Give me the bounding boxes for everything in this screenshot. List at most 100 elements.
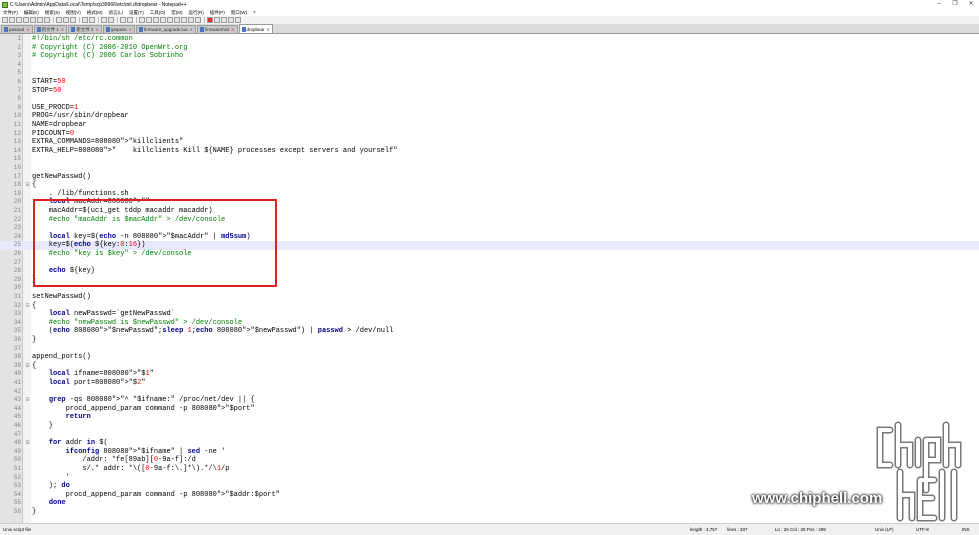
code-line[interactable]: 36} (0, 336, 979, 345)
code-line[interactable]: 2 # Copyright (C) 2006-2010 OpenWrt.org (0, 44, 979, 53)
tab-passwd[interactable]: passwd ✕ (1, 25, 33, 33)
menu-plugins[interactable]: 插件(P) (207, 10, 228, 16)
close-button[interactable]: ✕ (963, 0, 979, 9)
folder-workspace-icon[interactable] (195, 17, 201, 23)
fold-marker-icon[interactable]: ⊟ (24, 396, 31, 405)
maximize-button[interactable]: ❐ (947, 0, 963, 9)
fold-marker-icon[interactable]: ⊟ (24, 362, 31, 371)
word-wrap-icon[interactable] (153, 17, 159, 23)
menu-help[interactable]: ? (250, 10, 259, 15)
close-icon[interactable]: ✕ (96, 27, 99, 32)
code-line[interactable]: 3 # Copyright (C) 2006 Carlos Sobrinho (0, 52, 979, 61)
tab-new-1[interactable]: 新文件 1 ✕ (33, 25, 68, 33)
code-line[interactable]: 34 #echo "newPasswd is $newPasswd" > /de… (0, 319, 979, 328)
menu-view[interactable]: 视图(V) (63, 10, 84, 16)
code-line[interactable]: 39 ⊟{ (0, 362, 979, 371)
code-line[interactable]: 9 USE_PROCD=1 (0, 104, 979, 113)
undo-icon[interactable] (82, 17, 88, 23)
menu-search[interactable]: 搜索(S) (42, 10, 63, 16)
open-file-icon[interactable] (9, 17, 15, 23)
tab-new-2[interactable]: 新文件 2 ✕ (68, 25, 102, 33)
code-line[interactable]: 1 #!/bin/sh /etc/rc.common (0, 35, 979, 44)
menu-language[interactable]: 语言(L) (106, 10, 127, 16)
copy-icon[interactable] (63, 17, 69, 23)
zoom-in-icon[interactable] (120, 17, 126, 23)
sync-vertical-icon[interactable] (139, 17, 145, 23)
find-icon[interactable] (101, 17, 107, 23)
code-line[interactable]: 40 local ifname=808080">"$1" (0, 370, 979, 379)
minimize-button[interactable]: – (931, 0, 947, 9)
fold-marker-icon[interactable]: ⊟ (24, 302, 31, 311)
indent-guide-icon[interactable] (167, 17, 173, 23)
close-icon[interactable]: ✕ (129, 27, 132, 32)
tab-getpass[interactable]: getpass ✕ (102, 25, 135, 33)
menu-tools[interactable]: 工具(O) (147, 10, 169, 16)
menu-file[interactable]: 文件(F) (0, 10, 21, 16)
code-line[interactable]: 10 PROG=/usr/sbin/dropbear (0, 112, 979, 121)
code-line[interactable]: 19 . /lib/functions.sh (0, 190, 979, 199)
tab-dropbear[interactable]: dropbear ✕ (238, 24, 273, 33)
code-line[interactable]: 38 append_ports() (0, 353, 979, 362)
code-line[interactable]: 13 EXTRA_COMMANDS=808080">"killclients" (0, 138, 979, 147)
run-macro-icon[interactable] (228, 17, 234, 23)
close-icon[interactable]: ✕ (61, 27, 64, 32)
menu-run[interactable]: 运行(R) (186, 10, 207, 16)
code-line[interactable]: 18 ⊟{ (0, 181, 979, 190)
menu-settings[interactable]: 设置(T) (126, 10, 147, 16)
zoom-out-icon[interactable] (127, 17, 133, 23)
redo-icon[interactable] (89, 17, 95, 23)
menu-format[interactable]: 格式(M) (84, 10, 106, 16)
code-line[interactable]: 32 ⊟{ (0, 302, 979, 311)
code-line[interactable]: 43 ⊟ grep -qs 808080">"^ *$ifname:" /proc… (0, 396, 979, 405)
udl-icon[interactable] (174, 17, 180, 23)
code-line[interactable]: 44 procd_append_param command -p 808080"… (0, 405, 979, 414)
tab-firmwarehist[interactable]: firmwarehist ✕ (196, 25, 238, 33)
code-line[interactable]: 6 START=50 (0, 78, 979, 87)
code-line[interactable]: 31 setNewPasswd() (0, 293, 979, 302)
code-line[interactable]: 7 STOP=50 (0, 87, 979, 96)
replace-icon[interactable] (108, 17, 114, 23)
print-icon[interactable] (44, 17, 50, 23)
paste-icon[interactable] (70, 17, 76, 23)
new-file-icon[interactable] (2, 17, 8, 23)
save-macro-icon[interactable] (235, 17, 241, 23)
code-line[interactable]: 42 (0, 388, 979, 397)
play-macro-icon[interactable] (221, 17, 227, 23)
code-line[interactable]: 4 (0, 61, 979, 70)
code-line[interactable]: 11 NAME=dropbear (0, 121, 979, 130)
doc-map-icon[interactable] (181, 17, 187, 23)
code-line[interactable]: 8 (0, 95, 979, 104)
save-all-icon[interactable] (23, 17, 29, 23)
close-icon[interactable]: ✕ (267, 27, 270, 32)
cut-icon[interactable] (56, 17, 62, 23)
stop-record-icon[interactable] (214, 17, 220, 23)
close-file-icon[interactable] (30, 17, 36, 23)
close-icon[interactable]: ✕ (190, 27, 193, 32)
function-list-icon[interactable] (188, 17, 194, 23)
sync-horizontal-icon[interactable] (146, 17, 152, 23)
status-eol[interactable]: Unix (LF) (875, 527, 894, 532)
code-line[interactable]: 15 (0, 155, 979, 164)
status-encoding[interactable]: UTF-8 (916, 527, 929, 532)
fold-marker-icon[interactable]: ⊟ (24, 181, 31, 190)
menu-edit[interactable]: 编辑(E) (21, 10, 42, 16)
tab-firmware-upgrade[interactable]: firmware_upgrade.lua ✕ (136, 25, 196, 33)
code-line[interactable]: 33 local newPasswd=`getNewPasswd` (0, 310, 979, 319)
code-line[interactable]: 17 getNewPasswd() (0, 173, 979, 182)
code-line[interactable]: 14 EXTRA_HELP=808080">" killclients Kill … (0, 147, 979, 156)
status-mode[interactable]: INS (962, 527, 970, 532)
close-icon[interactable]: ✕ (231, 27, 234, 32)
close-all-icon[interactable] (37, 17, 43, 23)
save-icon[interactable] (16, 17, 22, 23)
close-icon[interactable]: ✕ (26, 27, 29, 32)
menu-window[interactable]: 窗口(W) (228, 10, 250, 16)
code-line[interactable]: 41 local port=808080">"$2" (0, 379, 979, 388)
code-line[interactable]: 16 (0, 164, 979, 173)
menu-macro[interactable]: 宏(M) (168, 10, 185, 16)
code-line[interactable]: 35 (echo 808080">"$newPasswd";sleep 1;ec… (0, 327, 979, 336)
code-line[interactable]: 5 (0, 69, 979, 78)
code-line[interactable]: 12 PIDCOUNT=0 (0, 130, 979, 139)
show-all-chars-icon[interactable] (160, 17, 166, 23)
fold-marker-icon[interactable]: ⊟ (24, 439, 31, 448)
code-line[interactable]: 37 (0, 345, 979, 354)
